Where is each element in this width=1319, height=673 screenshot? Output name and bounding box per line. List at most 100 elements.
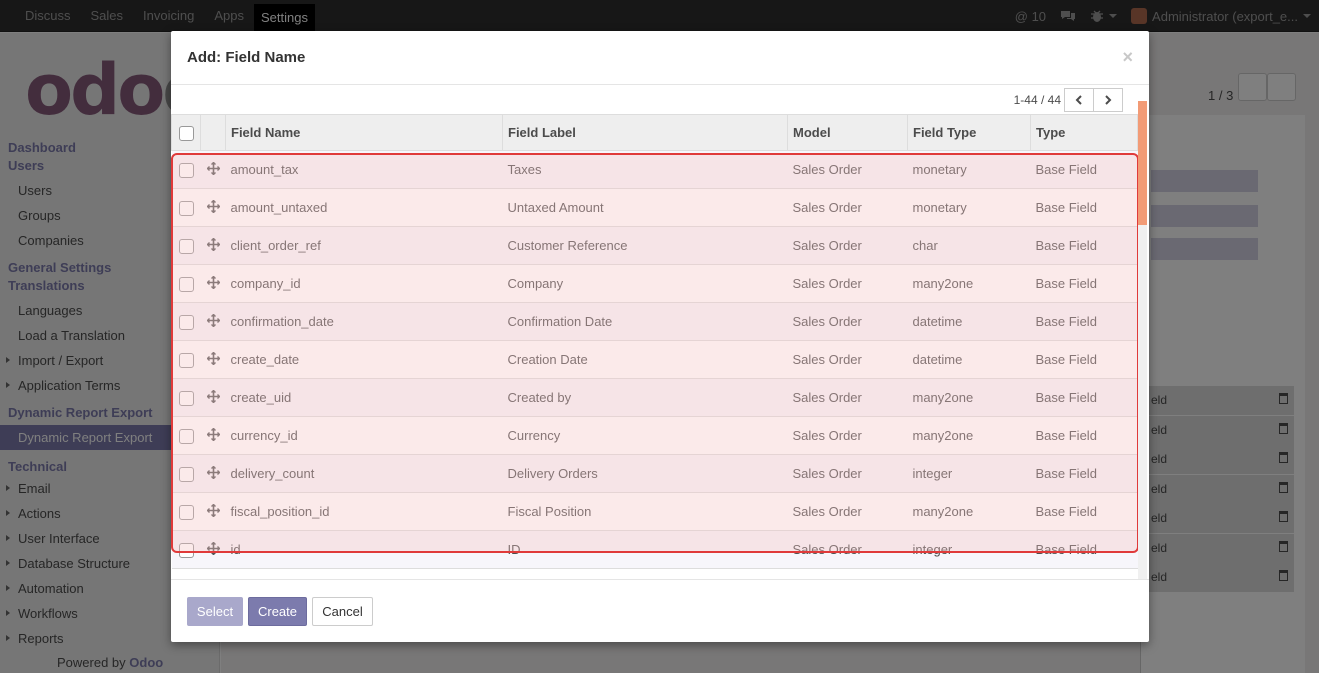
row-checkbox[interactable] xyxy=(171,188,201,227)
pager-next-button[interactable] xyxy=(1093,88,1123,112)
drag-handle-icon[interactable] xyxy=(200,264,226,303)
cell-field-name: fiscal_position_id xyxy=(225,492,503,531)
drag-handle-icon[interactable] xyxy=(200,150,226,189)
checkbox[interactable] xyxy=(178,238,194,254)
select-button[interactable]: Select xyxy=(187,597,243,626)
drag-handle-icon[interactable] xyxy=(200,188,226,227)
cell-field-label: Currency xyxy=(502,416,788,455)
cell-field-label: Taxes xyxy=(502,150,788,189)
checkbox[interactable] xyxy=(178,466,194,482)
cell-field-label: ID xyxy=(502,530,788,569)
drag-handle-icon[interactable] xyxy=(200,416,226,455)
checkbox[interactable] xyxy=(178,504,194,520)
table-row[interactable]: amount_tax Taxes Sales Order monetary Base F… xyxy=(171,150,1138,189)
cell-field-type: datetime xyxy=(907,340,1031,379)
column-type[interactable]: Type xyxy=(1030,114,1138,151)
cell-field-type: many2one xyxy=(907,416,1031,455)
cell-model: Sales Order xyxy=(787,492,908,531)
row-checkbox[interactable] xyxy=(171,302,201,341)
close-icon[interactable]: × xyxy=(1122,47,1133,68)
handle-header xyxy=(200,114,226,151)
cell-model: Sales Order xyxy=(787,378,908,417)
cell-field-name: create_uid xyxy=(225,378,503,417)
cell-field-label: Customer Reference xyxy=(502,226,788,265)
table-row[interactable]: create_date Creation Date Sales Order datet… xyxy=(171,340,1138,379)
checkbox[interactable] xyxy=(178,162,194,178)
cell-field-name: amount_untaxed xyxy=(225,188,503,227)
row-checkbox[interactable] xyxy=(171,492,201,531)
table-row[interactable]: create_uid Created by Sales Order many2one B… xyxy=(171,378,1138,417)
create-button[interactable]: Create xyxy=(248,597,307,626)
scrollbar-thumb[interactable] xyxy=(1138,101,1147,225)
cell-field-type: many2one xyxy=(907,378,1031,417)
cell-model: Sales Order xyxy=(787,188,908,227)
cell-field-type: integer xyxy=(907,454,1031,493)
cell-field-name: delivery_count xyxy=(225,454,503,493)
checkbox[interactable] xyxy=(178,276,194,292)
cell-model: Sales Order xyxy=(787,416,908,455)
checkbox[interactable] xyxy=(178,314,194,330)
drag-handle-icon[interactable] xyxy=(200,492,226,531)
select-all-checkbox[interactable] xyxy=(178,125,194,141)
cell-type: Base Field xyxy=(1030,454,1138,493)
cell-type: Base Field xyxy=(1030,492,1138,531)
cell-field-name: currency_id xyxy=(225,416,503,455)
table-row[interactable]: company_id Company Sales Order many2one Base… xyxy=(171,264,1138,303)
table-row[interactable]: currency_id Currency Sales Order many2one Ba… xyxy=(171,416,1138,455)
cell-field-name: id xyxy=(225,530,503,569)
cell-field-label: Creation Date xyxy=(502,340,788,379)
table-row[interactable]: confirmation_date Confirmation Date Sales … xyxy=(171,302,1138,341)
cell-model: Sales Order xyxy=(787,226,908,265)
cell-type: Base Field xyxy=(1030,378,1138,417)
row-checkbox[interactable] xyxy=(171,378,201,417)
list-scrollbar[interactable] xyxy=(1138,101,1147,579)
table-row[interactable]: client_order_ref Customer Reference Sales … xyxy=(171,226,1138,265)
checkbox[interactable] xyxy=(178,542,194,558)
table-row[interactable]: delivery_count Delivery Orders Sales Order… xyxy=(171,454,1138,493)
checkbox[interactable] xyxy=(178,200,194,216)
drag-handle-icon[interactable] xyxy=(200,454,226,493)
checkbox[interactable] xyxy=(178,352,194,368)
row-checkbox[interactable] xyxy=(171,226,201,265)
table-row[interactable]: id ID Sales Order integer Base Field xyxy=(171,530,1138,569)
drag-handle-icon[interactable] xyxy=(200,530,226,569)
row-checkbox[interactable] xyxy=(171,530,201,569)
cell-type: Base Field xyxy=(1030,188,1138,227)
cell-model: Sales Order xyxy=(787,530,908,569)
cell-type: Base Field xyxy=(1030,340,1138,379)
field-list-table: Field Name Field Label Model Field Type … xyxy=(171,114,1138,569)
checkbox[interactable] xyxy=(178,390,194,406)
cell-field-type: many2one xyxy=(907,492,1031,531)
chevron-right-icon xyxy=(1105,95,1112,105)
cell-model: Sales Order xyxy=(787,302,908,341)
chevron-left-icon xyxy=(1075,95,1082,105)
row-checkbox[interactable] xyxy=(171,416,201,455)
column-field-name[interactable]: Field Name xyxy=(225,114,503,151)
cell-field-name: confirmation_date xyxy=(225,302,503,341)
cell-model: Sales Order xyxy=(787,150,908,189)
checkbox[interactable] xyxy=(178,428,194,444)
cell-type: Base Field xyxy=(1030,302,1138,341)
row-checkbox[interactable] xyxy=(171,340,201,379)
cell-field-label: Company xyxy=(502,264,788,303)
row-checkbox[interactable] xyxy=(171,150,201,189)
column-model[interactable]: Model xyxy=(787,114,908,151)
pager-prev-button[interactable] xyxy=(1064,88,1094,112)
list-pager: 1-44 / 44 xyxy=(1014,85,1123,115)
column-field-label[interactable]: Field Label xyxy=(502,114,788,151)
cancel-button[interactable]: Cancel xyxy=(312,597,373,626)
cell-field-type: monetary xyxy=(907,188,1031,227)
drag-handle-icon[interactable] xyxy=(200,302,226,341)
row-checkbox[interactable] xyxy=(171,454,201,493)
cell-field-label: Confirmation Date xyxy=(502,302,788,341)
cell-field-label: Fiscal Position xyxy=(502,492,788,531)
drag-handle-icon[interactable] xyxy=(200,340,226,379)
pager-value[interactable]: 1-44 / 44 xyxy=(1014,93,1061,107)
row-checkbox[interactable] xyxy=(171,264,201,303)
column-field-type[interactable]: Field Type xyxy=(907,114,1031,151)
drag-handle-icon[interactable] xyxy=(200,226,226,265)
table-row[interactable]: fiscal_position_id Fiscal Position Sales O… xyxy=(171,492,1138,531)
drag-handle-icon[interactable] xyxy=(200,378,226,417)
cell-type: Base Field xyxy=(1030,416,1138,455)
table-row[interactable]: amount_untaxed Untaxed Amount Sales Order m… xyxy=(171,188,1138,227)
